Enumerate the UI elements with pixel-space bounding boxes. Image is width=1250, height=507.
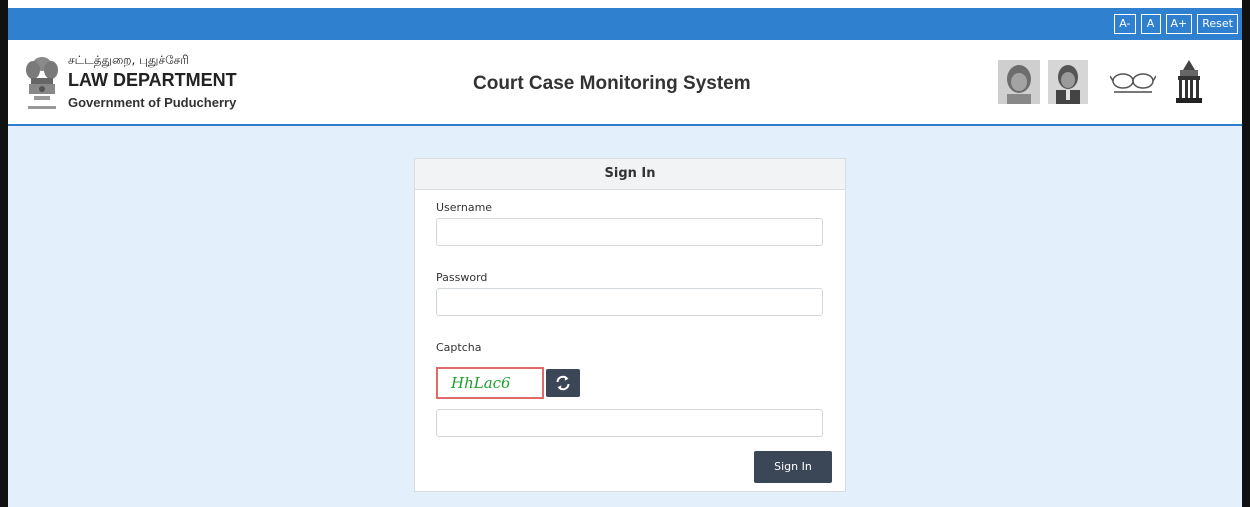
- sign-in-heading: Sign In: [415, 159, 845, 190]
- site-header: சட்டத்துறை, புதுச்சேரி LAW DEPARTMENT Go…: [8, 40, 1242, 126]
- ambedkar-portrait-icon: [1048, 60, 1088, 108]
- page: A- A A+ Reset சட்டத்துறை, புதுச்சேரி LAW…: [8, 8, 1242, 507]
- top-bar: A- A A+ Reset: [8, 8, 1242, 40]
- department-name: LAW DEPARTMENT: [68, 70, 237, 90]
- sign-in-button[interactable]: Sign In: [754, 451, 832, 483]
- font-normal-button[interactable]: A: [1140, 14, 1161, 34]
- font-increase-button[interactable]: A+: [1165, 14, 1193, 34]
- window-left-border: [0, 0, 8, 507]
- captcha-image: HhLac6: [436, 367, 544, 399]
- department-block: சட்டத்துறை, புதுச்சேரி LAW DEPARTMENT Go…: [68, 52, 237, 114]
- captcha-label: Captcha: [436, 341, 482, 354]
- font-size-controls: A- A A+ Reset: [1114, 14, 1238, 34]
- government-name: Government of Puducherry: [68, 95, 237, 110]
- captcha-refresh-button[interactable]: [546, 369, 580, 397]
- username-input[interactable]: [436, 218, 823, 246]
- national-emblem-icon: [22, 54, 62, 116]
- swachh-bharat-glasses-icon: [1109, 70, 1157, 100]
- legislature-building-icon: [1174, 58, 1204, 108]
- captcha-input[interactable]: [436, 409, 823, 437]
- sign-in-panel: Sign In Username Password Captcha HhLac6…: [414, 158, 846, 492]
- username-label: Username: [436, 201, 493, 214]
- password-input[interactable]: [436, 288, 823, 316]
- font-decrease-button[interactable]: A-: [1114, 14, 1136, 34]
- refresh-icon: [546, 375, 580, 401]
- site-title: Court Case Monitoring System: [473, 73, 751, 94]
- department-name-tamil: சட்டத்துறை, புதுச்சேரி: [68, 53, 189, 67]
- gandhi-portrait-icon: [998, 60, 1040, 108]
- password-label: Password: [436, 271, 488, 284]
- font-reset-button[interactable]: Reset: [1197, 14, 1238, 34]
- window-right-border: [1242, 0, 1250, 507]
